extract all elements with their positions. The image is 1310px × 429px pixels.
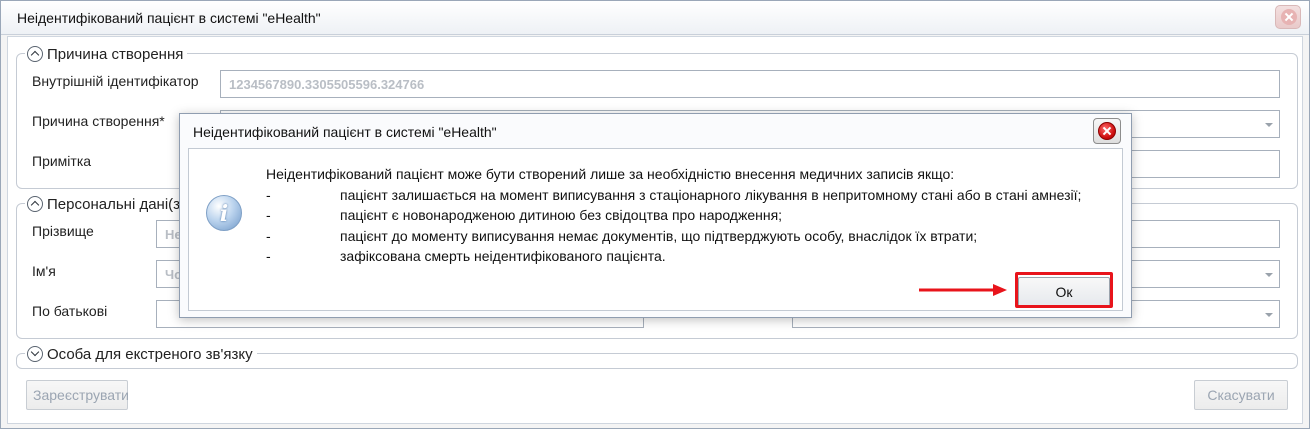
ok-button[interactable]: Ок	[1018, 277, 1110, 307]
chevron-down-icon	[1265, 123, 1273, 127]
group-contact-header[interactable]: Особа для екстреного зв'язку	[25, 344, 257, 364]
group-personal-header[interactable]: Персональні дані(з	[25, 194, 185, 214]
internal-id-field[interactable]	[220, 70, 1280, 98]
name-label: Ім'я	[32, 263, 56, 279]
internal-id-label: Внутрішній ідентифікатор	[32, 73, 199, 89]
reason-label: Причина створення*	[32, 113, 165, 129]
list-item: - пацієнт є новонародженою дитиною без св…	[266, 207, 783, 223]
dialog-close-button[interactable]	[1093, 118, 1121, 144]
close-icon	[1281, 9, 1297, 25]
main-window: Неідентифікований пацієнт в системі "eHe…	[0, 0, 1310, 429]
list-item: - зафіксована смерть неідентифікованого п…	[266, 248, 666, 264]
info-icon: i	[206, 195, 242, 231]
close-icon	[1098, 122, 1116, 140]
surname-label: Прізвище	[32, 223, 94, 239]
window-title: Неідентифікований пацієнт в системі "eHe…	[17, 10, 321, 26]
group-contact: Особа для екстреного зв'язку	[16, 344, 1298, 369]
dialog-title: Неідентифікований пацієнт в системі "eHe…	[193, 124, 497, 140]
collapse-icon[interactable]	[27, 196, 43, 212]
patronymic-label: По батькові	[32, 303, 108, 319]
group-contact-title: Особа для екстреного зв'язку	[47, 345, 253, 363]
list-item: - пацієнт залишається на момент виписуван…	[266, 186, 1082, 203]
list-item: - пацієнт до моменту виписування немає до…	[266, 227, 978, 244]
cancel-button[interactable]: Скасувати	[1194, 380, 1288, 410]
register-button[interactable]: Зареєструвати	[26, 380, 129, 410]
group-personal-title: Персональні дані(з	[47, 195, 181, 213]
expand-icon[interactable]	[27, 346, 43, 362]
window-close-button[interactable]	[1275, 5, 1301, 29]
group-reason-title: Причина створення	[47, 45, 184, 63]
collapse-icon[interactable]	[27, 46, 43, 62]
arrow-annotation-icon	[919, 284, 1007, 296]
window-titlebar: Неідентифікований пацієнт в системі "eHe…	[1, 1, 1309, 35]
dialog-message: Неідентифікований пацієнт може бути ство…	[266, 164, 1081, 267]
chevron-down-icon	[1265, 313, 1273, 317]
note-label: Примітка	[32, 153, 92, 169]
message-intro: Неідентифікований пацієнт може бути ство…	[266, 166, 955, 182]
chevron-down-icon	[1265, 273, 1273, 277]
group-reason-header[interactable]: Причина створення	[25, 44, 188, 64]
